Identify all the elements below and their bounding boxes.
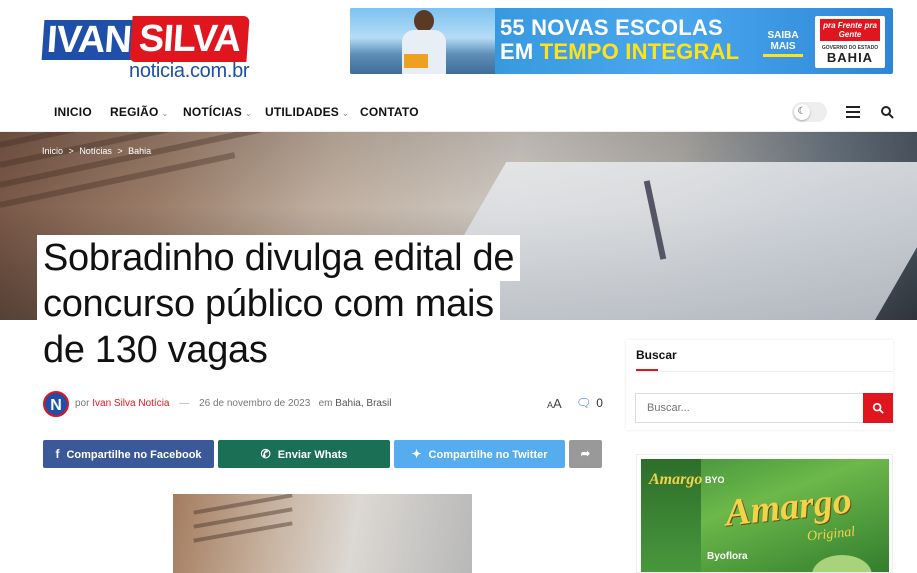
nav-item-inicio[interactable]: INICIO: [54, 105, 92, 119]
dark-mode-toggle[interactable]: ☾: [792, 102, 827, 122]
page-title: Sobradinho divulga edital de concurso pú…: [37, 235, 577, 373]
share-twitter-label: Compartilhe no Twitter: [428, 449, 548, 461]
share-whatsapp-label: Enviar Whats: [277, 449, 348, 461]
banner-bahia: BAHIA: [826, 50, 874, 65]
moon-icon: ☾: [794, 104, 810, 120]
nav-label: UTILIDADES: [265, 105, 339, 119]
breadcrumb-separator: >: [117, 146, 123, 156]
banner-photo: [350, 8, 495, 74]
comment-count: 0: [596, 396, 603, 410]
meta-in: em: [318, 398, 333, 409]
author-avatar[interactable]: N: [43, 391, 69, 417]
meta-by: por: [75, 398, 90, 409]
search-button[interactable]: [863, 393, 893, 423]
banner-government-logo: pra Frente pra Gente GOVERNO DO ESTADO B…: [815, 16, 885, 68]
sidebar-ad[interactable]: Amargo BYO Amargo Original Byoflora: [636, 454, 893, 573]
search-icon: [872, 402, 884, 414]
title-line: de 130 vagas: [37, 327, 274, 373]
font-size-toggle[interactable]: AA: [547, 396, 562, 411]
breadcrumb-separator: >: [68, 146, 74, 156]
author-link[interactable]: Ivan Silva Notícia: [92, 398, 169, 409]
breadcrumb-noticias[interactable]: Notícias: [79, 146, 112, 156]
ad-byo: BYO: [705, 475, 725, 485]
category-links[interactable]: Bahia, Brasil: [335, 398, 391, 409]
share-facebook-label: Compartilhe no Facebook: [66, 449, 202, 461]
banner-student-image: [400, 10, 448, 74]
comments-link[interactable]: 🗨︎ 0: [576, 396, 603, 410]
title-line: Sobradinho divulga edital de: [37, 235, 521, 281]
share-more-button[interactable]: ➦: [569, 440, 602, 468]
banner-line2-prefix: EM: [500, 39, 540, 64]
font-size-big: A: [553, 396, 562, 411]
chevron-down-icon: ⌄: [244, 109, 252, 118]
hamburger-menu-icon[interactable]: [846, 106, 860, 118]
nav-item-regiao[interactable]: REGIÃO ⌄: [110, 105, 168, 119]
article-meta: por Ivan Silva Notícia — 26 de novembro …: [75, 398, 391, 409]
ad-byoflora-logo: Byoflora: [707, 551, 748, 562]
nav-item-noticias[interactable]: NOTÍCIAS ⌄: [183, 105, 252, 119]
nav-label: REGIÃO: [110, 105, 159, 119]
sidebar-divider: [636, 371, 893, 372]
banner-line2: EM TEMPO INTEGRAL: [500, 40, 739, 64]
facebook-icon: f: [55, 447, 60, 461]
search-icon[interactable]: [880, 105, 894, 119]
sidebar-search-title: Buscar: [636, 348, 677, 362]
ad-brand-small: Amargo: [649, 471, 703, 488]
whatsapp-icon: ✆: [260, 447, 271, 461]
breadcrumb-inicio[interactable]: Inicio: [42, 146, 63, 156]
site-header: IVAN SILVA noticia.com.br 55 NOVAS ESCOL…: [0, 0, 917, 92]
article-image: [173, 494, 472, 573]
logo-silva: SILVA: [129, 16, 250, 62]
nav-label: NOTÍCIAS: [183, 105, 242, 119]
search-input[interactable]: [635, 393, 864, 423]
banner-line1: 55 NOVAS ESCOLAS: [500, 15, 723, 40]
breadcrumb: Inicio > Notícias > Bahia: [42, 146, 154, 156]
share-whatsapp-button[interactable]: ✆ Enviar Whats: [218, 440, 390, 468]
header-ad-banner[interactable]: 55 NOVAS ESCOLAS EM TEMPO INTEGRAL SAIBA…: [350, 8, 893, 74]
logo-subtitle: noticia.com.br: [129, 60, 250, 82]
chevron-down-icon: ⌄: [342, 109, 349, 118]
twitter-icon: ✦: [411, 447, 422, 461]
share-arrow-icon: ➦: [580, 448, 591, 460]
nav-item-utilidades[interactable]: UTILIDADES ⌄: [265, 105, 349, 119]
share-twitter-button[interactable]: ✦ Compartilhe no Twitter: [394, 440, 565, 468]
nav-label: INICIO: [54, 105, 92, 119]
share-facebook-button[interactable]: f Compartilhe no Facebook: [43, 440, 214, 468]
breadcrumb-bahia[interactable]: Bahia: [128, 146, 151, 156]
meta-dash: —: [179, 398, 190, 409]
nav-item-contato[interactable]: CONTATO: [360, 105, 419, 119]
banner-line2-highlight: TEMPO INTEGRAL: [539, 39, 740, 64]
publish-date: 26 de novembro de 2023: [199, 398, 311, 409]
nav-label: CONTATO: [360, 105, 419, 119]
banner-headline: 55 NOVAS ESCOLAS EM TEMPO INTEGRAL: [500, 16, 739, 64]
banner-saiba-mais[interactable]: SAIBA MAIS: [763, 30, 803, 57]
chevron-down-icon: ⌄: [161, 109, 169, 118]
site-logo[interactable]: IVAN SILVA noticia.com.br: [41, 14, 263, 84]
logo-ivan: IVAN: [41, 19, 141, 61]
title-line: concurso público com mais: [37, 281, 500, 327]
comment-icon: 🗨︎: [576, 396, 592, 410]
main-nav: INICIO REGIÃO ⌄ NOTÍCIAS ⌄ UTILIDADES ⌄ CON…: [0, 92, 917, 132]
banner-slogan: pra Frente pra Gente: [820, 19, 880, 41]
